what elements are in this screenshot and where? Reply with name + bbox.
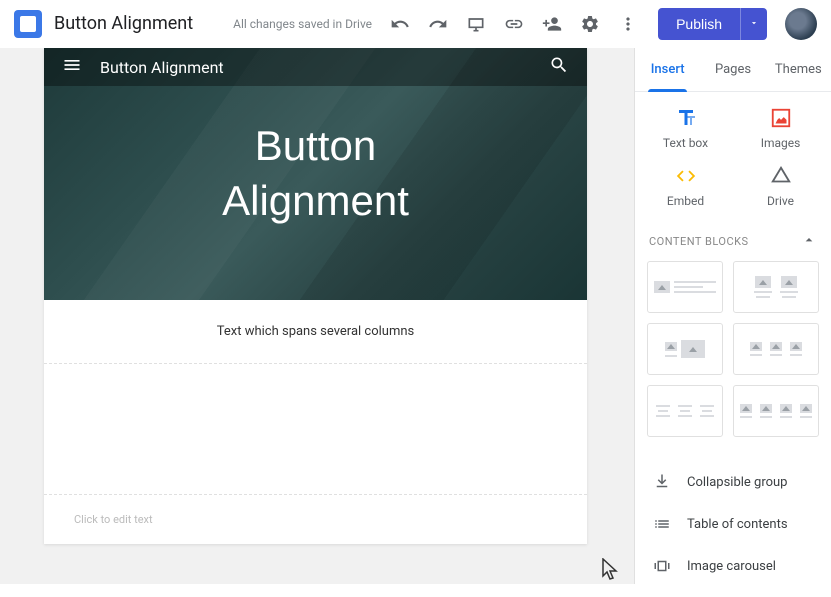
canvas-area[interactable]: Button Alignment ButtonAlignment Text wh…: [0, 48, 634, 584]
hero-title[interactable]: ButtonAlignment: [222, 119, 409, 228]
chevron-up-icon[interactable]: [801, 232, 817, 251]
images-icon: [769, 106, 793, 130]
user-avatar[interactable]: [785, 8, 817, 40]
preview-button[interactable]: [458, 6, 494, 42]
undo-button[interactable]: [382, 6, 418, 42]
insert-collapsible-group[interactable]: Collapsible group: [635, 461, 831, 503]
cursor-icon: [602, 558, 620, 584]
tab-pages[interactable]: Pages: [700, 48, 765, 91]
insert-drive[interactable]: Drive: [740, 164, 821, 208]
insert-image-carousel[interactable]: Image carousel: [635, 545, 831, 587]
edit-text-placeholder[interactable]: Click to edit text: [44, 494, 587, 544]
menu-icon[interactable]: [62, 55, 82, 79]
textbox-icon: [674, 106, 698, 130]
insert-embed[interactable]: Embed: [645, 164, 726, 208]
content-blocks-header: Content Blocks: [649, 235, 749, 248]
embed-icon: [674, 164, 698, 188]
section-text[interactable]: Text which spans several columns: [44, 300, 587, 363]
search-icon[interactable]: [549, 55, 569, 79]
content-block-1[interactable]: [647, 261, 723, 313]
insert-table-of-contents[interactable]: Table of contents: [635, 503, 831, 545]
tab-themes[interactable]: Themes: [766, 48, 831, 91]
tab-insert[interactable]: Insert: [635, 48, 700, 91]
publish-button[interactable]: Publish: [658, 8, 740, 40]
insert-images[interactable]: Images: [740, 106, 821, 150]
content-block-3[interactable]: [647, 323, 723, 375]
content-block-6[interactable]: [733, 385, 819, 437]
drive-icon: [769, 164, 793, 188]
insert-textbox[interactable]: Text box: [645, 106, 726, 150]
app-logo-icon[interactable]: [14, 10, 42, 38]
save-status-text: All changes saved in Drive: [233, 17, 382, 31]
document-title[interactable]: Button Alignment: [54, 13, 193, 34]
settings-button[interactable]: [572, 6, 608, 42]
content-block-4[interactable]: [733, 323, 819, 375]
share-button[interactable]: [534, 6, 570, 42]
content-block-2[interactable]: [733, 261, 819, 313]
content-block-5[interactable]: [647, 385, 723, 437]
hero-section[interactable]: Button Alignment ButtonAlignment: [44, 48, 587, 300]
link-button[interactable]: [496, 6, 532, 42]
site-title[interactable]: Button Alignment: [100, 58, 549, 77]
publish-dropdown-button[interactable]: [740, 8, 767, 40]
redo-button[interactable]: [420, 6, 456, 42]
more-button[interactable]: [610, 6, 646, 42]
